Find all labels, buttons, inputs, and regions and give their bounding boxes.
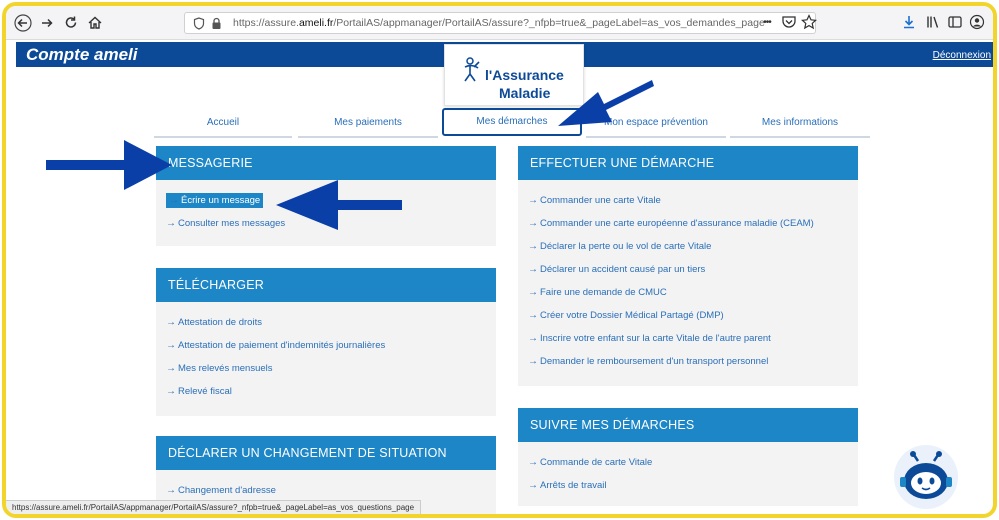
status-bar: https://assure.ameli.fr/PortailAS/appman…: [6, 500, 422, 514]
list-item[interactable]: → Déclarer la perte ou le vol de carte Vi…: [528, 240, 848, 263]
logo-text-line2: Maladie: [499, 85, 551, 101]
list-item[interactable]: → Attestation de paiement d'indemnités jo…: [166, 339, 486, 362]
list-item[interactable]: → Commander une carte Vitale: [528, 194, 848, 217]
arrow-right-icon: →: [528, 241, 538, 252]
back-icon[interactable]: [14, 14, 32, 32]
panel-telecharger: TÉLÉCHARGER → Attestation de droits → Atte…: [156, 268, 496, 416]
list-item[interactable]: → Déclarer un accident causé par un tiers: [528, 263, 848, 286]
annotation-arrow-right-icon: [46, 140, 172, 190]
tab-mes-informations[interactable]: Mes informations: [730, 114, 870, 138]
logo-figure-icon: [464, 57, 480, 82]
list-item[interactable]: → Faire une demande de CMUC: [528, 286, 848, 309]
logout-link[interactable]: Déconnexion: [933, 50, 991, 61]
arrow-right-icon: →: [166, 363, 176, 374]
tab-mes-paiements[interactable]: Mes paiements: [298, 114, 438, 138]
lock-icon[interactable]: [211, 17, 222, 33]
list-item[interactable]: → Inscrire votre enfant sur la carte Vita…: [528, 332, 848, 355]
arrow-right-icon: →: [528, 333, 538, 344]
panel-suivre-demarches: SUIVRE MES DÉMARCHES → Commande de carte …: [518, 408, 858, 506]
download-icon[interactable]: [900, 14, 918, 32]
list-item[interactable]: → Attestation de droits: [166, 316, 486, 339]
list-item[interactable]: → Commander une carte européenne d'assura…: [528, 217, 848, 240]
arrow-right-icon: →: [528, 310, 538, 321]
list-item[interactable]: → Commande de carte Vitale: [528, 456, 848, 479]
arrow-right-icon: →: [528, 218, 538, 229]
arrow-right-icon: →: [166, 340, 176, 351]
arrow-right-icon: →: [528, 356, 538, 367]
chatbot-robot-icon[interactable]: [892, 443, 960, 511]
bookmark-star-icon[interactable]: [800, 14, 818, 32]
arrow-right-icon: →: [528, 264, 538, 275]
address-bar[interactable]: https://assure.ameli.fr/PortailAS/appman…: [184, 12, 816, 34]
status-url: https://assure.ameli.fr/PortailAS/appman…: [12, 503, 415, 512]
brand-title[interactable]: Compte ameli: [26, 45, 137, 65]
arrow-right-icon: →: [528, 480, 538, 491]
url-text[interactable]: https://assure.ameli.fr/PortailAS/appman…: [233, 17, 765, 29]
list-item[interactable]: → Relevé fiscal: [166, 385, 486, 408]
reload-icon[interactable]: [62, 14, 80, 32]
arrow-right-icon: →: [166, 218, 176, 229]
annotation-arrow-left-icon: [276, 180, 402, 230]
panel-title: MESSAGERIE: [156, 146, 496, 180]
screenshot-frame: https://assure.ameli.fr/PortailAS/appman…: [2, 2, 997, 518]
arrow-right-icon: →: [166, 485, 176, 496]
list-item[interactable]: → Mes relevés mensuels: [166, 362, 486, 385]
arrow-right-icon: →: [528, 457, 538, 468]
home-icon[interactable]: [86, 14, 104, 32]
forward-icon[interactable]: [38, 14, 56, 32]
sidebar-icon[interactable]: [946, 14, 964, 32]
panel-title: DÉCLARER UN CHANGEMENT DE SITUATION: [156, 436, 496, 470]
arrow-right-icon: →: [528, 195, 538, 206]
page-actions-icon[interactable]: •••: [758, 14, 776, 32]
list-item[interactable]: → Créer votre Dossier Médical Partagé (DM…: [528, 309, 848, 332]
list-item[interactable]: → Demander le remboursement d'un transpor…: [528, 355, 848, 378]
panel-title: TÉLÉCHARGER: [156, 268, 496, 302]
panel-effectuer-demarche: EFFECTUER UNE DÉMARCHE → Commander une ca…: [518, 146, 858, 386]
account-icon[interactable]: [968, 14, 986, 32]
arrow-right-icon: →: [169, 195, 179, 206]
panel-title: EFFECTUER UNE DÉMARCHE: [518, 146, 858, 180]
pocket-icon[interactable]: [780, 14, 798, 32]
list-item[interactable]: → Arrêts de travail: [528, 479, 848, 502]
annotation-arrow-diagonal-icon: [558, 80, 654, 126]
panel-title: SUIVRE MES DÉMARCHES: [518, 408, 858, 442]
library-icon[interactable]: [924, 14, 942, 32]
arrow-right-icon: →: [166, 386, 176, 397]
browser-toolbar: https://assure.ameli.fr/PortailAS/appman…: [6, 6, 993, 40]
arrow-right-icon: →: [166, 317, 176, 328]
shield-icon[interactable]: [193, 17, 205, 33]
arrow-right-icon: →: [528, 287, 538, 298]
